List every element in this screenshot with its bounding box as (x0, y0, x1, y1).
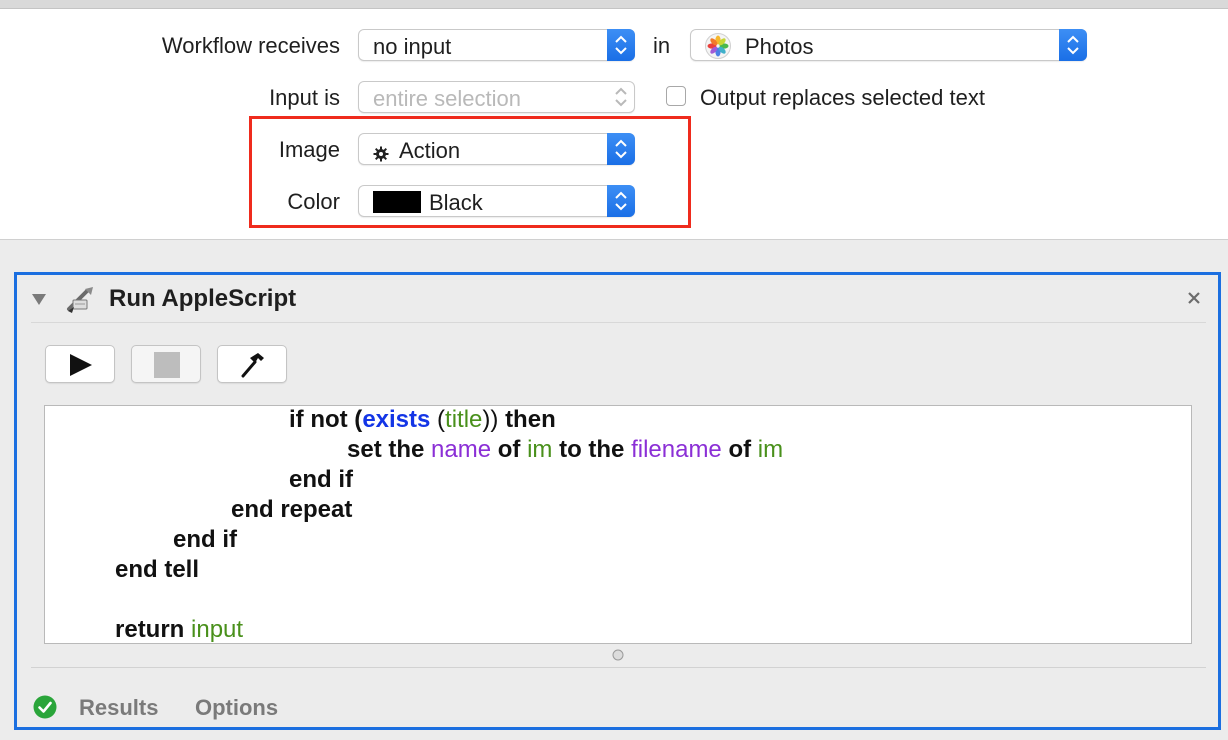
in-label: in (653, 33, 671, 58)
application-value: Photos (745, 34, 814, 59)
input-is-value: entire selection (373, 86, 521, 111)
success-checkmark-icon (33, 695, 57, 719)
code-token: return (115, 616, 192, 643)
code-token: im (757, 436, 784, 463)
popup-arrows-icon (607, 29, 635, 61)
code-token: then (505, 406, 556, 433)
workflow-receives-value: no input (373, 34, 452, 59)
code-line: end if (289, 465, 353, 495)
code-token: input (191, 616, 244, 643)
options-tab[interactable]: Options (195, 695, 278, 721)
script-editor[interactable]: if not (exists (title)) then set the name… (44, 405, 1192, 644)
code-line: return input (115, 615, 244, 643)
workflow-receives-label: Workflow receives (161, 33, 340, 58)
stop-icon (154, 352, 180, 378)
footer-divider (31, 667, 1206, 668)
code-token: ( (430, 406, 446, 433)
resize-handle-icon[interactable] (612, 648, 624, 661)
output-replaces-label: Output replaces selected text (700, 85, 985, 110)
code-token: set the (347, 436, 432, 463)
code-line: set the name of im to the filename of im (347, 435, 783, 465)
code-token: exists (362, 406, 431, 433)
input-is-popup: entire selection (358, 81, 635, 113)
code-token: )) (482, 406, 506, 433)
application-popup[interactable]: Photos (690, 29, 1087, 61)
close-icon[interactable] (1187, 291, 1201, 305)
code-token: of (491, 436, 528, 463)
applescript-icon (65, 285, 97, 315)
run-button[interactable] (45, 345, 115, 383)
code-token: if not ( (289, 406, 363, 433)
code-token: name (431, 436, 492, 463)
disclosure-triangle-icon[interactable] (31, 292, 47, 306)
code-line: end if (173, 525, 237, 555)
code-token: filename (631, 436, 722, 463)
compile-button[interactable] (217, 345, 287, 383)
code-token: end tell (115, 556, 200, 583)
code-line: if not (exists (title)) then (289, 406, 556, 435)
results-tab[interactable]: Results (79, 695, 158, 721)
header-divider (31, 322, 1206, 323)
play-icon (68, 353, 94, 382)
highlight-box (249, 116, 691, 228)
run-applescript-action: Run AppleScript if not (exists (title)) … (14, 272, 1221, 730)
code-token: im (527, 436, 553, 463)
code-token: end if (289, 466, 353, 493)
workflow-receives-popup[interactable]: no input (358, 29, 635, 61)
input-is-label: Input is (269, 85, 340, 110)
code-token: end repeat (231, 496, 353, 523)
code-token: of (721, 436, 758, 463)
hammer-icon (238, 351, 268, 384)
stop-button[interactable] (131, 345, 201, 383)
action-title: Run AppleScript (109, 285, 297, 312)
code-line: end repeat (231, 495, 352, 525)
photos-app-icon (705, 33, 731, 59)
popup-arrows-icon (1059, 29, 1087, 61)
output-replaces-checkbox[interactable] (666, 86, 686, 106)
code-token: title (445, 406, 483, 433)
code-token: end if (173, 526, 237, 553)
popup-arrows-icon (607, 81, 635, 113)
window-top-strip (0, 0, 1228, 9)
code-token: to the (552, 436, 632, 463)
code-line: end tell (115, 555, 199, 585)
